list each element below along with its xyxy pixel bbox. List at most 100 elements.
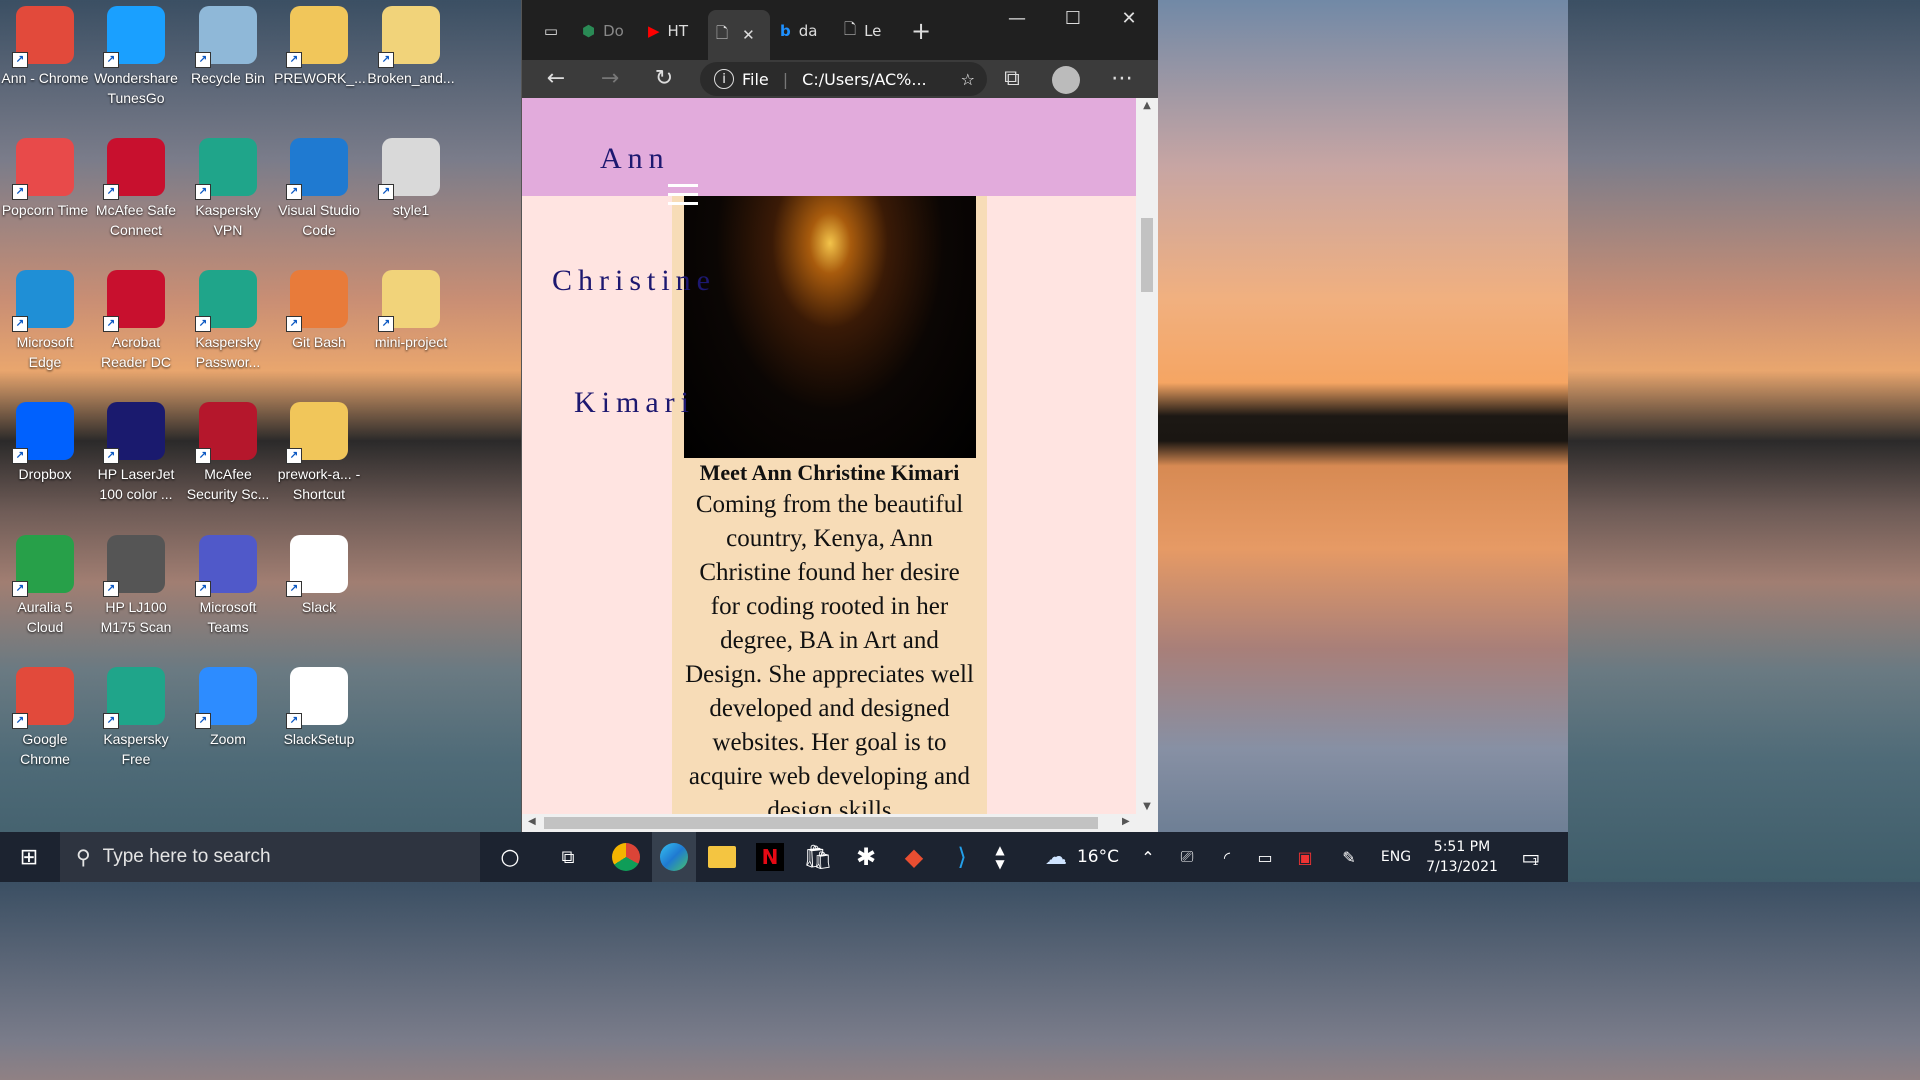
desktop-icon[interactable]: ↗ Microsoft Edge [0,264,90,372]
scroll-left-icon[interactable]: ◀ [528,816,536,827]
desktop-icon[interactable]: ↗ Microsoft Teams [183,529,273,637]
css-file-icon: ↗ [378,138,440,200]
language-indicator[interactable]: ENG [1374,832,1418,882]
desktop-icon[interactable]: ↗ McAfee Safe Connect [91,132,181,240]
address-prefix: File [742,69,769,89]
meet-now-icon[interactable]: ⎚ [1172,832,1202,882]
close-window-button[interactable]: ✕ [1114,8,1144,32]
desktop-icon[interactable]: ↗ Visual Studio Code [274,132,364,240]
desktop-icon[interactable]: ↗ style1 [366,132,456,220]
taskbar-slack-icon[interactable]: ✱ [844,832,888,882]
desktop-icon-label: Slack [301,599,337,615]
tab-actions-icon[interactable]: ▭ [536,10,566,52]
desktop-icon[interactable]: ↗ prework-a... - Shortcut [274,396,364,504]
scroll-down-icon[interactable]: ▼ [1136,801,1158,812]
maximize-button[interactable]: ☐ [1058,8,1088,32]
taskbar-scroll-icon[interactable]: ▲ ▼ [988,832,1012,882]
taskbar-git-icon[interactable]: ◆ [892,832,936,882]
tab-1[interactable]: ⬢ Do [582,10,640,52]
vertical-scrollbar[interactable]: ▲ ▼ [1136,98,1158,814]
weather-temp[interactable]: 16°C [1076,832,1120,882]
desktop-icon[interactable]: ↗ Auralia 5 Cloud [0,529,90,637]
desktop-icon[interactable]: ↗ Git Bash [274,264,364,352]
scroll-up-icon[interactable]: ▲ [1136,100,1158,111]
shortcut-arrow-icon: ↗ [103,52,119,68]
notification-center-icon[interactable]: ▭ 1 [1510,832,1550,882]
desktop-icon[interactable]: ↗ Recycle Bin [183,0,273,88]
horizontal-scrollbar[interactable]: ◀ ▶ [522,814,1158,832]
task-view-icon[interactable]: ⧉ [546,832,590,882]
address-bar[interactable]: i File | C:/Users/AC%... ☆ [700,62,987,96]
tab-label: Do [603,22,624,40]
taskbar-chrome-icon[interactable] [604,832,648,882]
hamburger-menu-icon[interactable] [668,184,698,206]
dropbox-icon: ↗ [12,402,74,464]
desktop-icon-label: prework-a... - Shortcut [277,466,361,502]
tab-4[interactable]: b da [780,10,836,52]
zoom-icon: ↗ [195,667,257,729]
desktop-icon-label: Kaspersky Passwor... [195,334,261,370]
desktop-icon-label: Visual Studio Code [278,202,360,238]
tab-active[interactable]: 🗋 ✕ [708,10,770,60]
show-hidden-icons[interactable]: ⌃ [1134,832,1162,882]
desktop-icon[interactable]: ↗ McAfee Security Sc... [183,396,273,504]
taskbar-store-icon[interactable]: 🛍 [796,832,840,882]
clock[interactable]: 5:51 PM 7/13/2021 [1420,832,1504,882]
taskbar-vscode-icon[interactable]: ⟩ [940,832,984,882]
tab-2[interactable]: ▶ HT [648,10,704,52]
favorite-star-icon[interactable]: ☆ [961,70,975,89]
new-tab-button[interactable]: + [906,10,936,52]
desktop-icon[interactable]: ↗ Popcorn Time [0,132,90,220]
scroll-thumb-horizontal[interactable] [544,817,1098,829]
card-body: Coming from the beautiful country, Kenya… [685,491,974,814]
more-menu-icon[interactable]: ⋯ [1106,64,1138,96]
desktop-icon[interactable]: ↗ Broken_and... [366,0,456,88]
shortcut-arrow-icon: ↗ [195,316,211,332]
close-tab-icon[interactable]: ✕ [742,26,755,44]
desktop-icon-label: Microsoft Teams [199,599,257,635]
scroll-thumb[interactable] [1141,218,1153,292]
desktop-icon[interactable]: ↗ Zoom [183,661,273,749]
cortana-icon[interactable]: ○ [488,832,532,882]
desktop-icon-label: Auralia 5 Cloud [17,599,73,635]
taskbar-edge-icon[interactable] [652,832,696,882]
desktop-icon[interactable]: ↗ Kaspersky Passwor... [183,264,273,372]
refresh-button[interactable]: ↻ [648,64,680,96]
weather-cloud-icon[interactable]: ☁ [1036,832,1076,882]
mcafee-tray-icon[interactable]: ▣ [1290,832,1320,882]
forward-button[interactable]: → [594,64,626,96]
profile-avatar[interactable] [1050,64,1082,96]
slack-icon: ↗ [286,535,348,597]
shortcut-arrow-icon: ↗ [12,713,28,729]
desktop-icon[interactable]: ↗ HP LaserJet 100 color ... [91,396,181,504]
desktop-icon[interactable]: ↗ SlackSetup [274,661,364,749]
desktop-icon[interactable]: ↗ Wondershare TunesGo [91,0,181,108]
scroll-right-icon[interactable]: ▶ [1122,816,1130,827]
back-button[interactable]: ← [540,64,572,96]
tab-5[interactable]: 🗋 Le [844,10,900,52]
desktop-icon[interactable]: ↗ HP LJ100 M175 Scan [91,529,181,637]
collections-icon[interactable]: ⧉ [996,64,1028,96]
desktop-icon[interactable]: ↗ mini-project [366,264,456,352]
shortcut-arrow-icon: ↗ [12,448,28,464]
desktop-icon[interactable]: ↗ Ann - Chrome [0,0,90,88]
battery-icon[interactable]: ▭ [1250,832,1280,882]
desktop-icon[interactable]: ↗ Dropbox [0,396,90,484]
hp-printer-icon: ↗ [103,402,165,464]
desktop-icon[interactable]: ↗ Kaspersky Free [91,661,181,769]
desktop-icon[interactable]: ↗ Google Chrome [0,661,90,769]
tunesgo-icon: ↗ [103,6,165,68]
desktop-icon[interactable]: ↗ PREWORK_... [274,0,366,88]
search-box[interactable]: ⚲ Type here to search [60,832,480,882]
pen-icon[interactable]: ✎ [1334,832,1364,882]
shortcut-arrow-icon: ↗ [286,52,302,68]
start-button[interactable]: ⊞ [6,832,52,882]
minimize-button[interactable]: — [1002,8,1032,32]
desktop-icon[interactable]: ↗ Slack [274,529,364,617]
notification-count: 1 [1532,856,1539,868]
taskbar-netflix-icon[interactable]: N [748,832,792,882]
taskbar-file-explorer-icon[interactable] [700,832,744,882]
desktop-icon[interactable]: ↗ Acrobat Reader DC [91,264,181,372]
desktop-icon[interactable]: ↗ Kaspersky VPN [183,132,273,240]
network-icon[interactable]: ◜ [1212,832,1242,882]
